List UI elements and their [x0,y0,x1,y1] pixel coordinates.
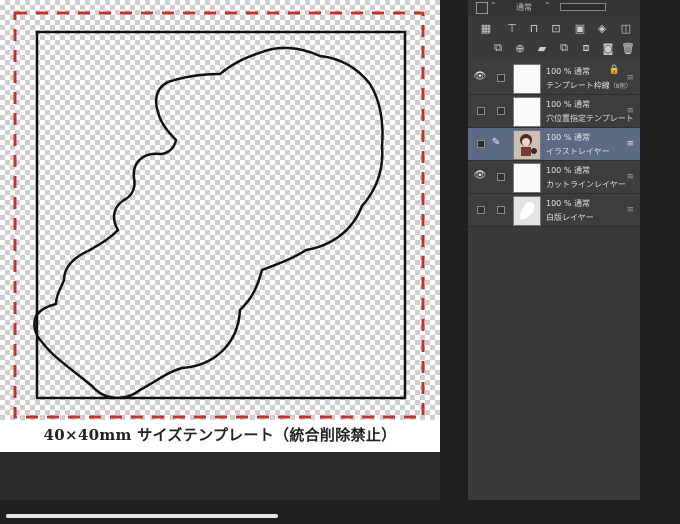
reference-icon[interactable]: ◈ [594,20,610,36]
layer-row-active[interactable]: ✎ 100 % 通常 イラストレイヤー ≡ [468,128,640,161]
clip-icon[interactable]: ⊓ [526,20,542,36]
cut-outline-shape [33,46,384,399]
copy-layer-icon[interactable]: ⧉ [556,40,572,56]
panel-gap [440,0,468,524]
visibility-checkbox[interactable] [477,107,485,115]
layer-opacity-mode: 100 % 通常 [546,199,590,208]
layer-thumbnail [513,64,541,94]
layer-opacity-mode: 100 % 通常 [546,133,590,142]
layer-row[interactable]: 👁 100 % 通常 🔒 テンプレート枠線（8削） ≡ [468,62,640,95]
layer-thumbnail [513,97,541,127]
layer-list: 👁 100 % 通常 🔒 テンプレート枠線（8削） ≡ 100 % 通常 穴位置… [468,62,640,227]
layer-property-bar: ⌃ 通常 ⌃ [468,0,640,16]
eye-icon[interactable]: 👁 [473,169,487,183]
layer-name: 穴位置指定テンプレート [546,114,634,123]
lock-icon[interactable]: 🔒 [609,65,620,75]
chevron-updown-icon[interactable]: ⌃ [544,1,551,10]
layer-row[interactable]: 100 % 通常 白版レイヤー ≡ [468,194,640,227]
template-caption: 40×40mm サイズテンプレート（統合削除禁止） [43,426,397,444]
home-indicator[interactable] [6,514,278,518]
layer-toolbar-bottom: ⧉ ⊕ ▰ ⧉ ⧈ ◙ 🗑 [468,38,640,58]
new-vector-layer-icon[interactable]: ⊕ [512,40,528,56]
lock-alpha-icon[interactable]: ⊡ [548,20,564,36]
layer-opacity-mode: 100 % 通常 [546,166,590,175]
layer-thumbnail [513,130,541,160]
right-edge [640,0,680,524]
blend-mode-select[interactable]: 通常 [516,2,532,13]
trash-icon[interactable]: 🗑 [620,40,636,56]
opacity-slider[interactable] [560,3,606,11]
drag-handle-icon[interactable]: ≡ [626,205,634,215]
bottom-bar [0,500,680,524]
drag-handle-icon[interactable]: ≡ [626,139,634,149]
canvas-area[interactable]: 40×40mm サイズテンプレート（統合削除禁止） [0,0,440,452]
layer-name: イラストレイヤー [546,147,610,156]
new-raster-layer-icon[interactable]: ⧉ [490,40,506,56]
visibility-checkbox[interactable] [477,206,485,214]
add-mask-icon[interactable]: ◙ [600,40,616,56]
pin-icon[interactable]: ⊤ [504,20,520,36]
illustration-thumbnail [520,134,537,156]
color-swatch[interactable] [476,2,488,14]
canvas-drawing [13,11,425,419]
layer-panel: ⌃ 通常 ⌃ ▦ ⊤ ⊓ ⊡ ▣ ◈ ◫ ⧉ ⊕ ▰ ⧉ ⧈ ◙ 🗑 👁 100… [468,0,640,500]
layer-checkbox[interactable] [497,206,505,214]
drag-handle-icon[interactable]: ≡ [626,73,634,83]
layer-name: カットラインレイヤー [546,180,626,189]
layer-opacity-mode: 100 % 通常 [546,100,590,109]
new-folder-icon[interactable]: ▰ [534,40,550,56]
layer-opacity-mode: 100 % 通常 [546,67,590,76]
chevron-updown-icon[interactable]: ⌃ [490,1,497,10]
layer-thumbnail [513,163,541,193]
pencil-icon: ✎ [491,137,501,148]
white-plate-thumbnail [514,197,540,225]
drag-handle-icon[interactable]: ≡ [626,106,634,116]
eye-icon[interactable]: 👁 [473,70,487,84]
layer-checkbox[interactable] [497,74,505,82]
layer-row[interactable]: 100 % 通常 穴位置指定テンプレート ≡ [468,95,640,128]
drag-handle-icon[interactable]: ≡ [626,172,634,182]
cut-frame [35,30,407,400]
layer-toolbar-top: ▦ ⊤ ⊓ ⊡ ▣ ◈ ◫ [468,18,640,38]
layer-checkbox[interactable] [497,107,505,115]
layer-row[interactable]: 👁 100 % 通常 カットラインレイヤー ≡ [468,161,640,194]
layer-checkbox[interactable] [497,173,505,181]
layer-thumbnail [513,196,541,226]
layer-name: 白版レイヤー [546,213,594,222]
visibility-checkbox[interactable] [477,140,485,148]
mask-icon[interactable]: ▣ [572,20,588,36]
layer-name: テンプレート枠線（8削） [546,81,632,90]
draft-icon[interactable]: ◫ [618,20,634,36]
ruler-icon[interactable]: ▦ [478,20,494,36]
merge-down-icon[interactable]: ⧈ [578,40,594,56]
